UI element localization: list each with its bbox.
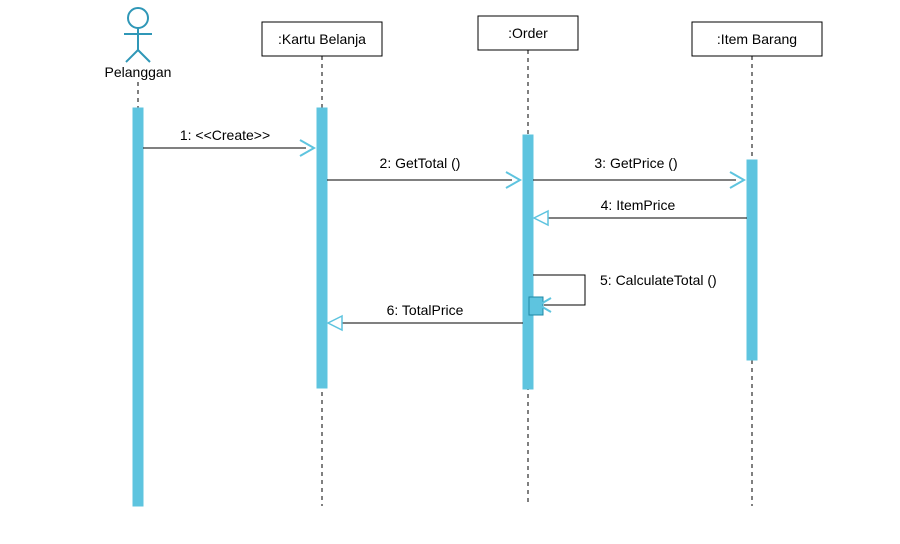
activation-item xyxy=(747,160,757,360)
sequence-diagram: Pelanggan :Kartu Belanja :Order :Item Ba… xyxy=(0,0,900,544)
message-create: 1: <<Create>> xyxy=(143,127,314,156)
message-label: 1: <<Create>> xyxy=(180,127,270,143)
message-getprice: 3: GetPrice () xyxy=(533,155,744,188)
actor-pelanggan: Pelanggan xyxy=(105,8,172,80)
actor-label: Pelanggan xyxy=(105,64,172,80)
message-label: 5: CalculateTotal () xyxy=(600,272,717,288)
message-label: 6: TotalPrice xyxy=(387,302,464,318)
message-label: 2: GetTotal () xyxy=(380,155,461,171)
message-gettotal: 2: GetTotal () xyxy=(327,155,520,188)
message-itemprice: 4: ItemPrice xyxy=(534,197,747,225)
participant-item-barang: :Item Barang xyxy=(692,22,822,56)
message-label: 4: ItemPrice xyxy=(601,197,676,213)
participant-order: :Order xyxy=(478,16,578,50)
activation-order xyxy=(523,135,533,389)
participant-label: :Order xyxy=(508,25,548,41)
participant-kartu-belanja: :Kartu Belanja xyxy=(262,22,382,56)
participant-label: :Item Barang xyxy=(717,31,797,47)
message-totalprice: 6: TotalPrice xyxy=(328,302,523,330)
message-label: 3: GetPrice () xyxy=(594,155,677,171)
participant-label: :Kartu Belanja xyxy=(278,31,366,47)
activation-kartu xyxy=(317,108,327,388)
message-calculatetotal: 5: CalculateTotal () xyxy=(529,272,717,315)
activation-actor xyxy=(133,108,143,506)
